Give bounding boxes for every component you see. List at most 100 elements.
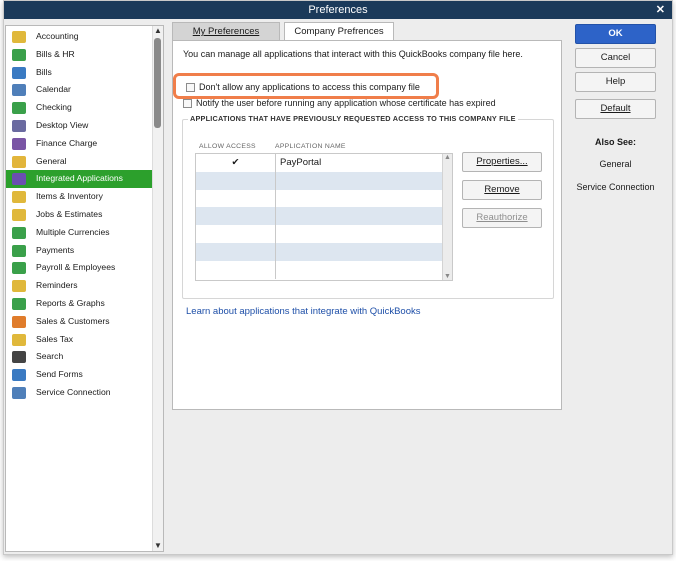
- sidebar-item-label: Finance Charge: [36, 137, 98, 148]
- table-scroll-down-icon[interactable]: ▼: [443, 273, 452, 280]
- sidebar-item[interactable]: Checking: [6, 99, 153, 117]
- applications-table: ✔ PayPortal ▲ ▼: [195, 153, 453, 281]
- sidebar-scrollbar[interactable]: ▲ ▼: [152, 26, 163, 551]
- remove-button-label: Remove: [484, 184, 520, 195]
- reauthorize-button-label: Reauthorize: [476, 212, 528, 223]
- allow-access-cell[interactable]: [196, 243, 276, 261]
- sidebar-item[interactable]: Sales & Customers: [6, 313, 153, 331]
- sidebar-item-label: Sales & Customers: [36, 315, 110, 326]
- sidebar-item[interactable]: Finance Charge: [6, 135, 153, 153]
- send-forms-icon: [12, 369, 26, 382]
- allow-access-cell[interactable]: [196, 207, 276, 226]
- table-row[interactable]: [196, 171, 444, 190]
- sidebar-item-label: Send Forms: [36, 369, 83, 380]
- notify-checkbox[interactable]: [183, 99, 192, 109]
- group-title: APPLICATIONS THAT HAVE PREVIOUSLY REQUES…: [188, 114, 518, 123]
- sidebar-item-label: Jobs & Estimates: [36, 208, 103, 219]
- sidebar-item-label: Service Connection: [36, 386, 111, 397]
- tab-my-preferences-label: My Preferences: [192, 26, 260, 37]
- general-icon: [12, 155, 26, 168]
- also-see-title: Also See:: [594, 137, 636, 147]
- table-scrollbar[interactable]: ▲ ▼: [442, 154, 452, 280]
- sidebar-item-label: General: [36, 155, 67, 166]
- table-scroll-up-icon[interactable]: ▲: [443, 154, 452, 161]
- sidebar-item-label: Bills: [36, 66, 52, 77]
- sidebar-item[interactable]: Calendar: [6, 81, 153, 99]
- table-row[interactable]: [196, 189, 444, 208]
- search-icon: [12, 351, 26, 364]
- table-row[interactable]: [196, 225, 444, 243]
- sidebar-item-label: Items & Inventory: [36, 191, 103, 202]
- sales-customers-icon: [12, 315, 26, 328]
- sidebar-item-label: Desktop View: [36, 119, 89, 130]
- sidebar-item[interactable]: Bills & HR: [6, 46, 153, 64]
- cancel-button[interactable]: Cancel: [575, 48, 656, 68]
- window-title: Preferences: [308, 4, 368, 16]
- sidebar-item-label: Sales Tax: [36, 333, 74, 344]
- scroll-up-icon[interactable]: ▲: [153, 26, 163, 36]
- sidebar-item[interactable]: Send Forms: [6, 366, 153, 384]
- also-see-general-link[interactable]: General: [575, 159, 656, 169]
- sidebar-item-label: Search: [36, 351, 64, 362]
- tab-my-preferences[interactable]: My Preferences: [172, 22, 280, 40]
- allow-access-cell[interactable]: [196, 225, 276, 243]
- sidebar-item[interactable]: Integrated Applications: [6, 170, 153, 189]
- sidebar-item[interactable]: Bills: [6, 64, 153, 82]
- learn-more-link[interactable]: Learn about applications that integrate …: [186, 306, 420, 317]
- sidebar-item[interactable]: Reminders: [6, 277, 153, 295]
- service-connection-icon: [12, 386, 26, 399]
- accounting-icon: [12, 31, 26, 43]
- jobs-estimates-icon: [12, 208, 26, 221]
- sidebar-item[interactable]: Desktop View: [6, 117, 153, 135]
- default-button[interactable]: Default: [575, 99, 656, 119]
- sidebar-item[interactable]: Multiple Currencies: [6, 224, 153, 242]
- reauthorize-button[interactable]: Reauthorize: [462, 208, 542, 228]
- sidebar-item[interactable]: Search: [6, 348, 153, 366]
- col-application-name: APPLICATION NAME: [275, 143, 346, 150]
- sidebar-item-label: Calendar: [36, 84, 71, 95]
- sidebar-item[interactable]: Reports & Graphs: [6, 295, 153, 313]
- sidebar-item-label: Multiple Currencies: [36, 226, 110, 237]
- sidebar-list: Accounting Bills & HR Bills Calendar Checkin…: [6, 28, 153, 402]
- sidebar-item[interactable]: Payroll & Employees: [6, 259, 153, 277]
- notify-checkbox-label: Notify the user before running any appli…: [196, 98, 496, 108]
- sidebar-item[interactable]: Payments: [6, 242, 153, 260]
- notify-checkbox-row[interactable]: Notify the user before running any appli…: [183, 98, 496, 109]
- sidebar-item[interactable]: Sales Tax: [6, 331, 153, 349]
- allow-access-cell[interactable]: [196, 189, 276, 208]
- scroll-thumb[interactable]: [154, 38, 161, 128]
- highlight-callout: Don't allow any applications to access t…: [173, 73, 439, 99]
- remove-button[interactable]: Remove: [462, 180, 542, 200]
- table-row[interactable]: [196, 207, 444, 226]
- sidebar-item[interactable]: General: [6, 153, 153, 171]
- application-name-cell: PayPortal: [280, 157, 322, 168]
- bills-hr-icon: [12, 48, 26, 61]
- close-icon[interactable]: ✕: [656, 1, 665, 19]
- payments-icon: [12, 244, 26, 257]
- table-row[interactable]: [196, 260, 444, 279]
- finance-charge-icon: [12, 137, 26, 150]
- applications-group: APPLICATIONS THAT HAVE PREVIOUSLY REQUES…: [182, 114, 554, 299]
- sidebar-item[interactable]: Service Connection: [6, 384, 153, 402]
- help-button[interactable]: Help: [575, 72, 656, 92]
- tab-company-preferences[interactable]: Company Prefrences: [284, 22, 394, 41]
- allow-access-cell[interactable]: [196, 171, 276, 190]
- sidebar-item[interactable]: Jobs & Estimates: [6, 206, 153, 224]
- also-see-service-connection-link[interactable]: Service Connection: [575, 182, 656, 192]
- ok-button[interactable]: OK: [575, 24, 656, 44]
- sidebar-item[interactable]: Accounting: [6, 28, 153, 46]
- integrated-apps-icon: [12, 173, 26, 186]
- table-row[interactable]: [196, 243, 444, 261]
- reminders-icon: [12, 280, 26, 293]
- block-apps-checkbox[interactable]: [186, 83, 195, 93]
- reports-graphs-icon: [12, 297, 26, 310]
- properties-button[interactable]: Properties...: [462, 152, 542, 172]
- allow-access-cell[interactable]: ✔: [196, 154, 276, 172]
- table-row[interactable]: ✔ PayPortal: [196, 154, 444, 172]
- sidebar-item[interactable]: Items & Inventory: [6, 188, 153, 206]
- calendar-icon: [12, 84, 26, 97]
- scroll-down-icon[interactable]: ▼: [153, 541, 163, 551]
- sidebar-item-label: Payments: [36, 244, 75, 255]
- allow-access-cell[interactable]: [196, 260, 276, 279]
- block-apps-checkbox-row[interactable]: Don't allow any applications to access t…: [186, 82, 420, 93]
